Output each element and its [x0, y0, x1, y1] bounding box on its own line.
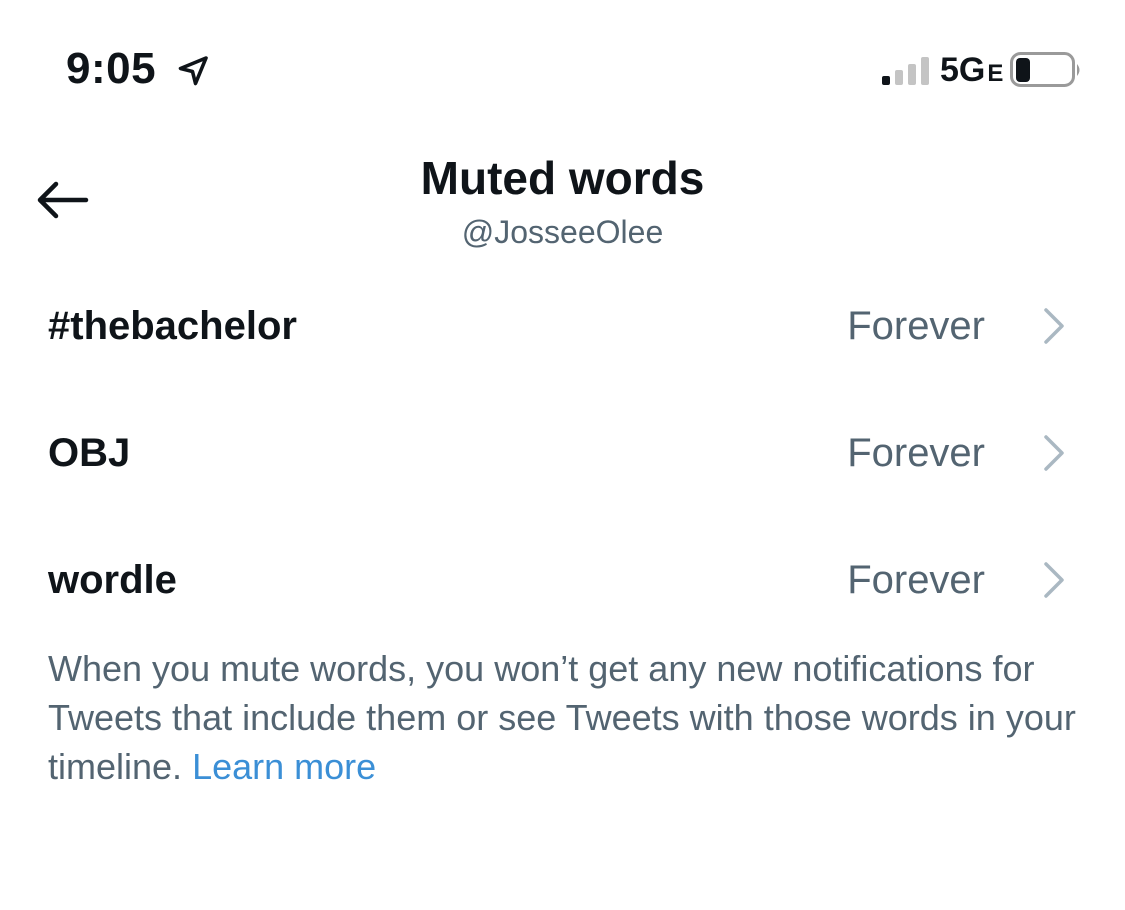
network-suffix: E	[987, 60, 1004, 87]
cellular-signal-icon	[882, 57, 929, 85]
muted-word-row[interactable]: OBJ Forever	[0, 399, 1125, 509]
mute-duration: Forever	[847, 558, 985, 602]
muted-words-screen: 9:05 5GE Muted words @JosseeOlee #thebac…	[0, 0, 1125, 910]
location-arrow-icon	[178, 56, 208, 86]
status-time: 9:05	[66, 44, 157, 93]
mute-duration: Forever	[847, 431, 985, 475]
battery-icon	[1010, 52, 1080, 87]
muted-word: OBJ	[48, 431, 131, 475]
muted-word: #thebachelor	[48, 304, 297, 348]
muted-word-row[interactable]: #thebachelor Forever	[0, 272, 1125, 382]
network-type: 5G	[940, 51, 986, 89]
muted-words-description: When you mute words, you won’t get any n…	[48, 644, 1098, 791]
chevron-right-icon	[1044, 308, 1064, 344]
chevron-right-icon	[1044, 562, 1064, 598]
learn-more-link[interactable]: Learn more	[192, 746, 376, 787]
muted-word: wordle	[48, 558, 177, 602]
mute-duration: Forever	[847, 304, 985, 348]
muted-word-row[interactable]: wordle Forever	[0, 526, 1125, 636]
chevron-right-icon	[1044, 435, 1064, 471]
account-handle: @JosseeOlee	[461, 214, 664, 250]
page-title: Muted words	[420, 152, 705, 204]
network-indicator: 5GE	[940, 50, 1003, 94]
status-bar: 9:05 5GE	[0, 0, 1125, 120]
